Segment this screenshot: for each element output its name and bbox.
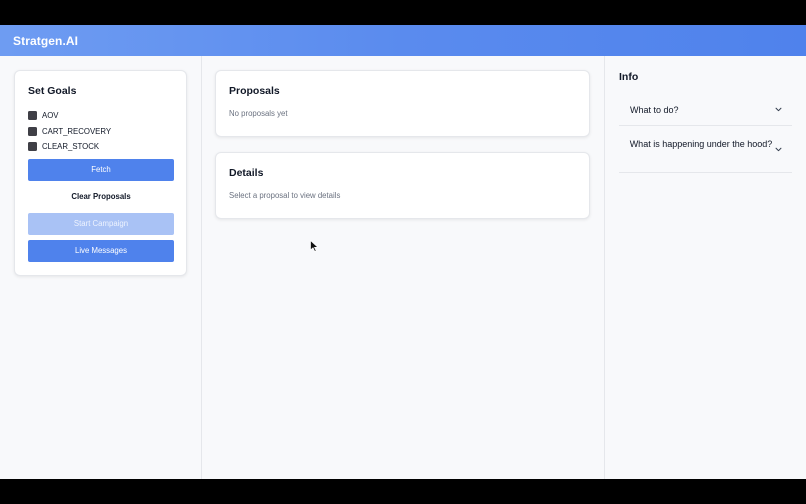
checkbox-icon[interactable] xyxy=(28,142,37,152)
details-title: Details xyxy=(229,167,264,179)
chevron-down-icon[interactable] xyxy=(775,106,782,113)
letterbox-bottom xyxy=(0,479,806,504)
column-divider-right xyxy=(604,56,605,479)
column-divider-left xyxy=(201,56,202,479)
letterbox-top xyxy=(0,0,806,25)
app-window: Stratgen.AI Set Goals AOV CART_RECOVERY … xyxy=(0,25,806,479)
accordion-what-to-do[interactable]: What to do? xyxy=(619,95,792,126)
details-card: Details Select a proposal to view detail… xyxy=(215,152,590,219)
goal-option-label: CART_RECOVERY xyxy=(42,126,112,136)
proposals-empty-text: No proposals yet xyxy=(229,109,288,118)
set-goals-title: Set Goals xyxy=(28,85,77,97)
goal-option-aov[interactable]: AOV xyxy=(28,108,173,124)
goal-option-label: AOV xyxy=(42,111,59,121)
clear-proposals-button[interactable]: Clear Proposals xyxy=(28,186,174,208)
live-messages-button[interactable]: Live Messages xyxy=(28,239,174,262)
accordion-label: What is happening under the hood? xyxy=(629,139,773,149)
start-campaign-button[interactable]: Start Campaign xyxy=(28,212,174,235)
checkbox-icon[interactable] xyxy=(28,126,37,136)
checkbox-icon[interactable] xyxy=(28,111,37,121)
set-goals-card: Set Goals AOV CART_RECOVERY CLEAR_STOCK … xyxy=(14,70,187,276)
goal-option-label: CLEAR_STOCK xyxy=(42,142,100,152)
details-empty-text: Select a proposal to view details xyxy=(229,191,341,200)
proposals-title: Proposals xyxy=(229,85,280,97)
goal-option-cart-recovery[interactable]: CART_RECOVERY xyxy=(28,124,173,140)
proposals-card: Proposals No proposals yet xyxy=(215,70,590,137)
top-bar: Stratgen.AI xyxy=(0,25,806,56)
info-title: Info xyxy=(619,71,639,83)
accordion-under-the-hood[interactable]: What is happening under the hood? xyxy=(619,126,792,173)
mouse-cursor-icon xyxy=(310,240,319,252)
fetch-button[interactable]: Fetch xyxy=(28,158,174,181)
goal-option-clear-stock[interactable]: CLEAR_STOCK xyxy=(28,139,173,155)
brand-logo-text: Stratgen.AI xyxy=(13,33,79,48)
chevron-down-icon[interactable] xyxy=(775,146,782,153)
accordion-label: What to do? xyxy=(630,105,679,115)
